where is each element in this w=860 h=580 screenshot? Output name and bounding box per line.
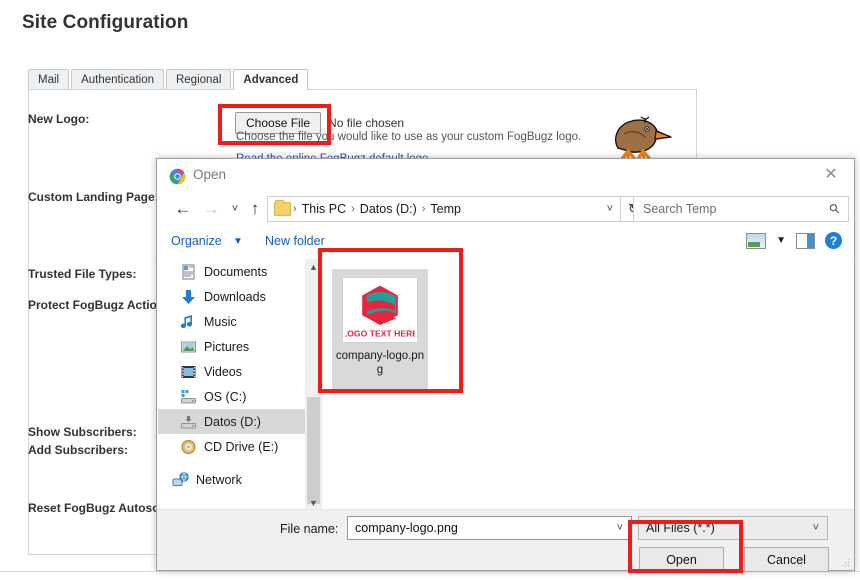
dialog-title: Open <box>193 167 227 182</box>
downloads-icon <box>180 289 197 305</box>
label-add-subscribers: Add Subscribers: <box>28 443 129 457</box>
page-title: Site Configuration <box>22 12 189 33</box>
folder-icon <box>274 200 291 216</box>
up-arrow-icon[interactable]: ↑ <box>243 197 267 221</box>
preview-pane-icon[interactable] <box>796 232 815 249</box>
file-type-chevron-down-icon[interactable]: ˅ <box>813 522 819 534</box>
breadcrumb-separator: › <box>351 203 355 215</box>
search-input[interactable]: Search Temp ⚲ <box>633 196 849 222</box>
address-bar[interactable]: › This PC › Datos (D:) › Temp ˅ <box>267 196 621 222</box>
documents-icon <box>180 264 197 280</box>
label-show-subscribers: Show Subscribers: <box>28 425 137 439</box>
tree-item-label: CD Drive (E:) <box>204 439 279 454</box>
new-logo-help-text: Choose the file you would like to use as… <box>236 131 582 143</box>
tree-item-music[interactable]: Music <box>158 309 305 334</box>
navigation-tree: Documents Downloads Music Pictures Video… <box>158 259 305 510</box>
tree-item-downloads[interactable]: Downloads <box>158 284 305 309</box>
organize-button[interactable]: Organize <box>171 234 222 248</box>
open-button[interactable]: Open <box>639 547 724 572</box>
resize-grip-icon[interactable] <box>842 559 850 567</box>
label-trusted-file-types: Trusted File Types: <box>28 267 137 281</box>
company-logo-thumbnail-icon: LOGO TEXT HERE <box>345 285 415 338</box>
scrollbar-thumb[interactable] <box>307 397 320 504</box>
search-placeholder: Search Temp <box>643 202 717 216</box>
tree-item-datos-d[interactable]: Datos (D:) <box>158 409 305 434</box>
cancel-button[interactable]: Cancel <box>744 547 829 572</box>
tree-item-label: Videos <box>204 364 242 379</box>
drive-icon <box>180 414 197 430</box>
file-name-input[interactable]: company-logo.png ˅ <box>347 516 632 540</box>
open-file-dialog: Open ✕ ← → ˅ ↑ › This PC › Datos (D:) › … <box>156 158 855 572</box>
file-name-chevron-down-icon[interactable]: ˅ <box>617 522 623 534</box>
chrome-icon <box>169 168 186 185</box>
label-reset-autosort: Reset FogBugz Autosort: <box>28 501 173 515</box>
file-item-company-logo[interactable]: LOGO TEXT HERE company-logo.png <box>332 269 428 391</box>
search-icon: ⚲ <box>826 199 844 218</box>
command-bar-icons: ▼ ? <box>746 232 842 249</box>
file-item-label: company-logo.png <box>335 350 425 376</box>
tree-item-label: Documents <box>204 264 268 279</box>
address-chevron-down-icon[interactable]: ˅ <box>607 203 613 215</box>
tree-item-label: Downloads <box>204 289 266 304</box>
view-chevron-down-icon[interactable]: ▼ <box>776 235 786 246</box>
page-bottom-divider <box>0 571 860 572</box>
svg-text:LOGO TEXT HERE: LOGO TEXT HERE <box>345 328 415 338</box>
close-icon[interactable]: ✕ <box>816 163 846 187</box>
tree-item-label: OS (C:) <box>204 389 247 404</box>
videos-icon <box>180 364 197 380</box>
tree-scrollbar[interactable]: ▲ ▼ <box>305 259 321 510</box>
forward-arrow-icon[interactable]: → <box>199 197 223 221</box>
breadcrumb-this-pc[interactable]: This PC <box>299 202 349 216</box>
label-custom-landing-page: Custom Landing Page: <box>28 190 159 204</box>
tab-bar: Mail Authentication Regional Advanced <box>28 68 310 90</box>
no-file-chosen-text: No file chosen <box>328 116 405 130</box>
tree-item-label: Music <box>204 314 237 329</box>
cd-drive-icon <box>180 439 197 455</box>
breadcrumb-separator: › <box>421 203 426 215</box>
file-name-value: company-logo.png <box>355 521 458 535</box>
pictures-icon <box>180 339 197 355</box>
tree-item-os-c[interactable]: OS (C:) <box>158 384 305 409</box>
tree-item-label: Datos (D:) <box>204 414 261 429</box>
breadcrumb-datos-d[interactable]: Datos (D:) <box>357 202 420 216</box>
file-name-label: File name: <box>280 522 339 536</box>
drive-icon <box>180 389 197 405</box>
help-icon[interactable]: ? <box>825 232 842 249</box>
back-arrow-icon[interactable]: ← <box>171 197 195 221</box>
scroll-down-chevron-down-icon[interactable]: ▼ <box>306 495 321 510</box>
organize-chevron-down-icon[interactable]: ▼ <box>233 236 243 247</box>
label-new-logo: New Logo: <box>28 112 90 126</box>
label-protect-actions: Protect FogBugz Actions: <box>28 298 175 312</box>
breadcrumb-temp[interactable]: Temp <box>427 202 464 216</box>
tree-item-documents[interactable]: Documents <box>158 259 305 284</box>
scroll-up-chevron-up-icon[interactable]: ▲ <box>306 259 321 274</box>
file-thumbnail: LOGO TEXT HERE <box>342 277 418 343</box>
file-type-value: All Files (*.*) <box>646 521 715 535</box>
tree-item-cd-drive-e[interactable]: CD Drive (E:) <box>158 434 305 459</box>
network-icon <box>172 471 189 488</box>
tree-item-network[interactable]: Network <box>158 467 305 492</box>
file-type-select[interactable]: All Files (*.*) ˅ <box>638 516 828 540</box>
breadcrumb-separator: › <box>293 203 297 215</box>
tree-item-label: Network <box>196 472 242 487</box>
screenshot-root: Site Configuration Mail Authentication R… <box>0 0 860 580</box>
new-folder-button[interactable]: New folder <box>265 234 325 248</box>
tab-advanced[interactable]: Advanced <box>233 69 309 90</box>
tree-item-pictures[interactable]: Pictures <box>158 334 305 359</box>
tree-item-label: Pictures <box>204 339 250 354</box>
command-bar: Organize ▼ New folder ▼ ? <box>157 227 854 260</box>
tab-authentication[interactable]: Authentication <box>71 69 164 90</box>
dialog-footer: File name: company-logo.png ˅ All Files … <box>157 509 854 572</box>
tab-regional[interactable]: Regional <box>165 69 232 90</box>
tab-mail[interactable]: Mail <box>28 69 70 90</box>
kiwi-bird-icon <box>614 116 672 162</box>
file-list-pane[interactable]: LOGO TEXT HERE company-logo.png <box>321 259 853 510</box>
dialog-titlebar: Open ✕ <box>157 159 854 193</box>
tree-item-videos[interactable]: Videos <box>158 359 305 384</box>
navigation-bar: ← → ˅ ↑ › This PC › Datos (D:) › Temp ˅ … <box>157 193 854 227</box>
view-layout-icon[interactable] <box>746 232 767 249</box>
music-icon <box>180 314 197 330</box>
